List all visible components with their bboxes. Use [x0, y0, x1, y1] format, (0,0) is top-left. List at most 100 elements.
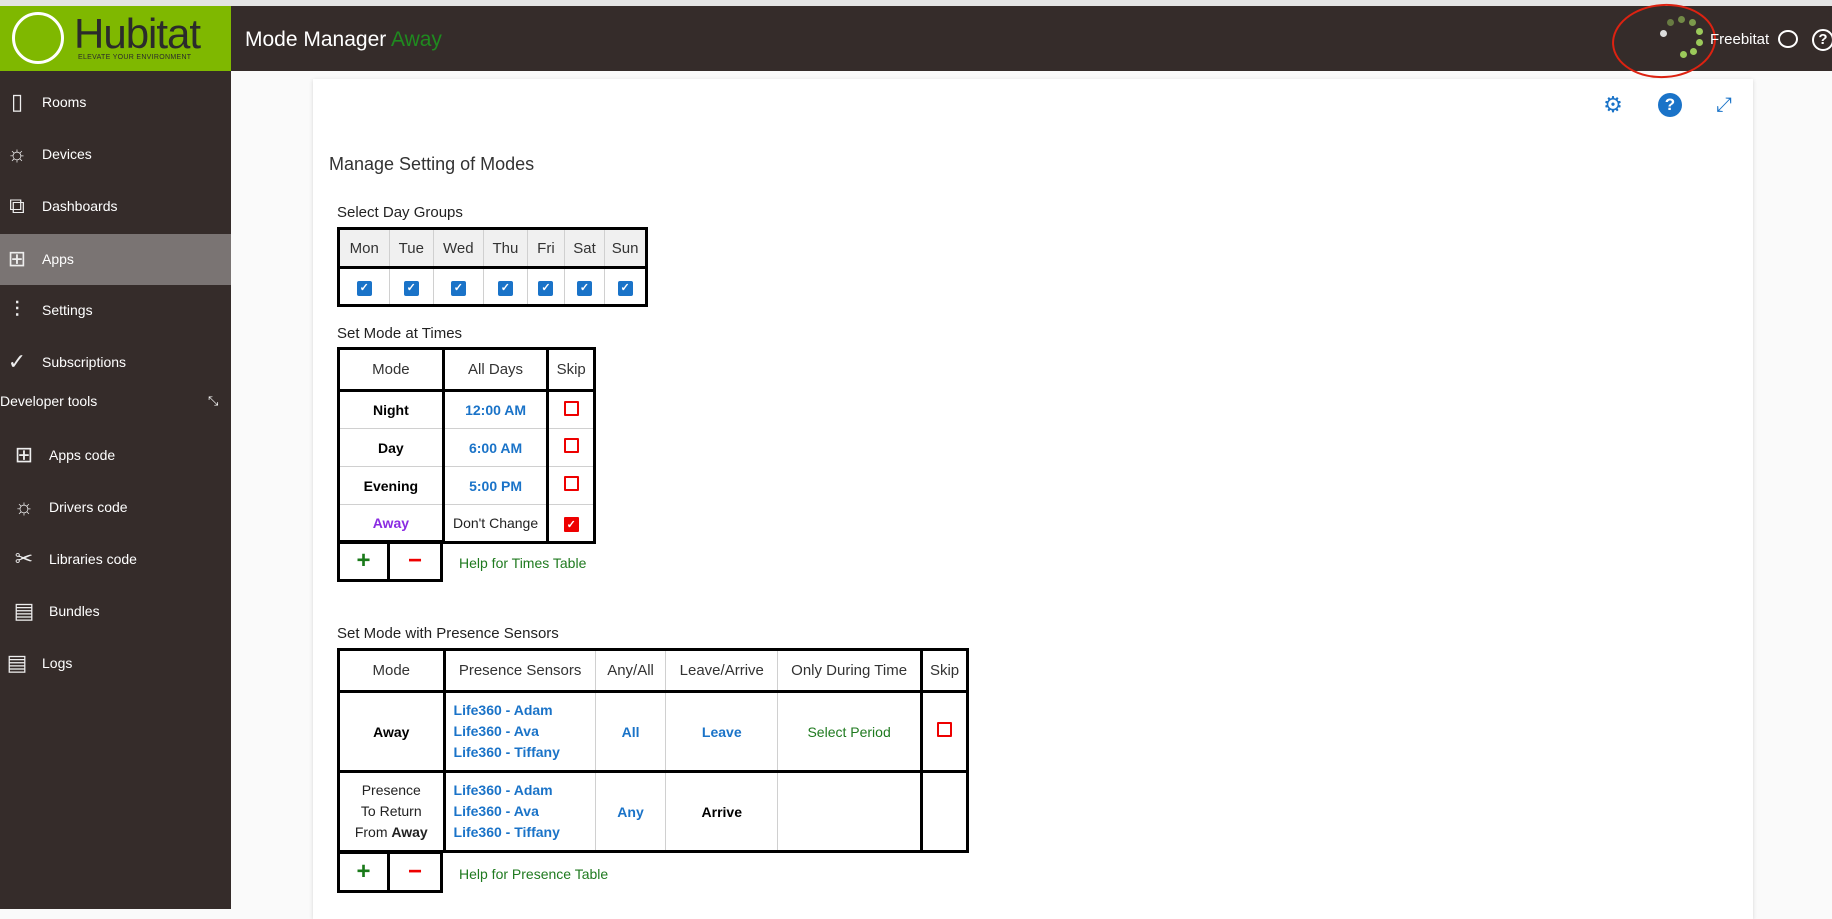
any-all-toggle[interactable]: Any [594, 771, 667, 852]
developer-tools-header[interactable]: Developer tools ⤡ [0, 393, 231, 409]
mode-text: Presence [361, 782, 421, 798]
day-checkbox-mon[interactable]: ✓ [356, 280, 372, 296]
collapse-icon[interactable]: ⤡ [208, 393, 218, 409]
day-header: Sat [563, 228, 606, 269]
app-name: Mode Manager [245, 28, 387, 51]
help-icon[interactable]: ? [1812, 29, 1832, 51]
help-circle-icon[interactable]: ? [1658, 93, 1682, 117]
sidebar-label: Dashboards [42, 198, 118, 214]
skip-checkbox[interactable] [563, 400, 579, 416]
sidebar-item-logs[interactable]: ▤ Logs [0, 638, 231, 689]
logo-tagline: ELEVATE YOUR ENVIRONMENT [78, 54, 192, 61]
day-checkbox-wed[interactable]: ✓ [450, 280, 466, 296]
skip-checkbox[interactable]: ✓ [563, 516, 579, 532]
developer-tools-label: Developer tools [0, 393, 98, 409]
day-header: Fri [527, 228, 565, 269]
mode-name: Day [338, 428, 445, 467]
sidebar-label: Drivers code [49, 499, 128, 515]
skip-checkbox[interactable] [937, 722, 953, 737]
sensor-link[interactable]: Life360 - Tiffany [454, 822, 595, 843]
day-header: Sun [604, 228, 647, 269]
bulb-icon: ☼ [6, 141, 28, 166]
chat-icon[interactable] [1778, 30, 1798, 48]
sidebar-label: Subscriptions [42, 354, 127, 370]
sidebar-item-drivers-code[interactable]: ☼ Drivers code [0, 482, 231, 533]
gear-icon[interactable]: ⚙ [1601, 93, 1625, 117]
tools-icon: ✂ [14, 546, 34, 571]
sidebar-item-rooms[interactable]: ▯ Rooms [0, 77, 231, 128]
sidebar-label: Settings [42, 302, 93, 318]
section-title: Manage Setting of Modes [329, 154, 535, 174]
mode-text: From [354, 824, 388, 840]
presence-help-link[interactable]: Help for Presence Table [459, 866, 608, 882]
remove-row-button[interactable]: − [390, 540, 443, 582]
sidebar: ▯ Rooms ☼ Devices ⧉ Dashboards ⊞ Apps ⫶ Setti… [0, 71, 231, 909]
mode-name: Evening [338, 466, 445, 505]
day-header: Tue [388, 228, 435, 269]
logo-text: Hubitat [74, 10, 201, 57]
table-row: Night 12:00 AM [338, 390, 595, 429]
remove-row-button[interactable]: − [390, 851, 443, 893]
day-checkbox-sun[interactable]: ✓ [617, 280, 633, 296]
hubitat-logo[interactable]: Hubitat ELEVATE YOUR ENVIRONMENT [0, 6, 231, 71]
sensor-link[interactable]: Life360 - Tiffany [454, 742, 595, 763]
door-icon: ▯ [10, 89, 24, 114]
sensor-link[interactable]: Life360 - Adam [454, 700, 595, 721]
column-header: Only During Time [777, 649, 924, 693]
presence-table: Mode Presence Sensors Any/All Leave/Arri… [337, 648, 969, 853]
sidebar-item-bundles[interactable]: ▤ Bundles [0, 586, 231, 637]
sidebar-label: Rooms [42, 94, 87, 110]
select-period-link[interactable]: Select Period [777, 691, 924, 772]
sidebar-label: Apps [42, 251, 74, 267]
house-icon [12, 12, 64, 64]
times-label: Set Mode at Times [337, 325, 463, 342]
sidebar-item-settings[interactable]: ⫶ Settings [0, 285, 231, 336]
sensor-link[interactable]: Life360 - Ava [454, 721, 595, 742]
dashboards-icon: ⧉ [9, 193, 25, 218]
mode-name: Away [338, 691, 446, 772]
times-table: Mode All Days Skip Night 12:00 AM Day 6:00 A… [337, 347, 596, 544]
log-icon: ▤ [6, 650, 28, 675]
sidebar-label: Devices [42, 146, 92, 162]
column-header: Mode [338, 649, 446, 693]
day-checkbox-thu[interactable]: ✓ [497, 280, 513, 296]
table-row: Presence To Return From Away Life360 - Ada… [338, 771, 968, 852]
time-link[interactable]: 12:00 AM [442, 390, 550, 429]
zip-icon: ▤ [13, 598, 35, 623]
time-link[interactable]: 5:00 PM [442, 466, 550, 505]
times-help-link[interactable]: Help for Times Table [459, 555, 586, 571]
any-all-toggle[interactable]: All [594, 691, 667, 772]
annotation-circle [1609, 0, 1719, 82]
bulb-icon: ☼ [13, 494, 35, 519]
day-header: Thu [482, 228, 529, 269]
column-header: Any/All [594, 649, 667, 693]
leave-arrive-toggle[interactable]: Leave [665, 691, 779, 772]
mode-name: Night [338, 390, 445, 429]
sidebar-item-devices[interactable]: ☼ Devices [0, 129, 231, 180]
sliders-icon: ⫶ [14, 297, 20, 322]
mode-name: Away [338, 504, 445, 543]
user-name[interactable]: Freebitat [1710, 31, 1769, 48]
add-row-button[interactable]: + [337, 540, 390, 582]
time-link[interactable]: Don't Change [442, 504, 550, 543]
sidebar-item-libraries-code[interactable]: ✂ Libraries code [0, 534, 231, 585]
skip-checkbox[interactable] [563, 438, 579, 453]
sidebar-label: Libraries code [49, 551, 137, 567]
sidebar-item-apps[interactable]: ⊞ Apps [0, 234, 231, 285]
sidebar-item-apps-code[interactable]: ⊞ Apps code [0, 430, 231, 481]
header: Hubitat ELEVATE YOUR ENVIRONMENT Mode Ma… [0, 0, 1832, 82]
day-header: Mon [338, 228, 390, 269]
add-row-button[interactable]: + [337, 851, 390, 893]
sensor-link[interactable]: Life360 - Adam [454, 780, 595, 801]
sidebar-item-dashboards[interactable]: ⧉ Dashboards [0, 181, 231, 232]
sensor-link[interactable]: Life360 - Ava [454, 801, 595, 822]
sidebar-item-subscriptions[interactable]: ✓ Subscriptions [0, 337, 231, 388]
skip-checkbox[interactable] [563, 476, 579, 491]
day-checkbox-sat[interactable]: ✓ [576, 280, 592, 296]
day-checkbox-tue[interactable]: ✓ [403, 280, 419, 296]
time-link[interactable]: 6:00 AM [442, 428, 550, 467]
sidebar-label: Logs [42, 655, 73, 671]
day-checkbox-fri[interactable]: ✓ [538, 280, 554, 296]
expand-icon[interactable]: ⤢ [1712, 93, 1736, 117]
apps-icon: ⊞ [7, 246, 27, 271]
